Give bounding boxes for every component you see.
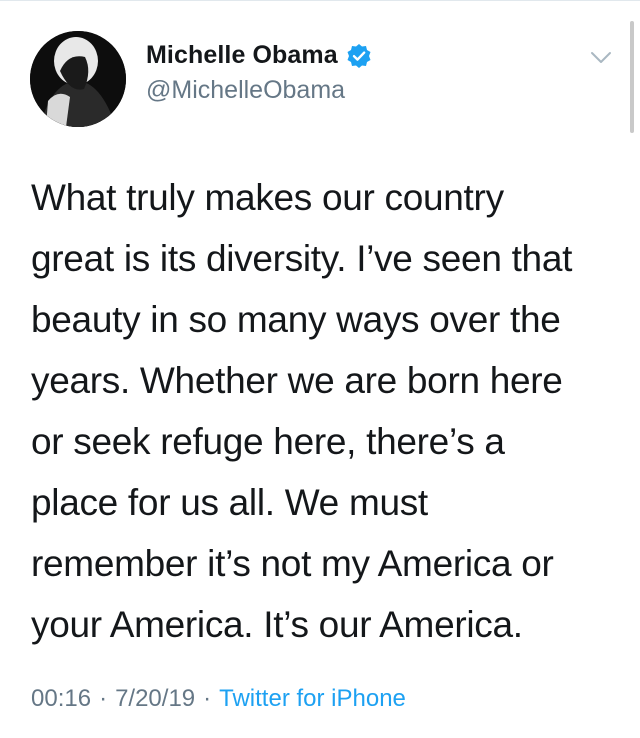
tweet-source-link[interactable]: Twitter for iPhone <box>219 685 406 713</box>
avatar[interactable] <box>30 31 126 127</box>
tweet-card: Michelle Obama @MichelleObama What truly… <box>0 0 640 738</box>
meta-separator: · <box>99 685 108 712</box>
tweet-meta: 00:16 · 7/20/19 · Twitter for iPhone <box>31 685 406 713</box>
display-name[interactable]: Michelle Obama <box>146 41 338 70</box>
chevron-down-icon[interactable] <box>590 51 612 65</box>
tweet-date: 7/20/19 <box>115 685 196 712</box>
tweet-text: What truly makes our country great is it… <box>31 177 573 645</box>
scrollbar[interactable] <box>630 21 634 133</box>
meta-separator: · <box>203 685 212 712</box>
verified-badge-icon <box>346 43 372 69</box>
author-name-row: Michelle Obama <box>146 41 372 70</box>
tweet-time: 00:16 <box>31 685 92 712</box>
user-handle[interactable]: @MichelleObama <box>146 76 345 105</box>
